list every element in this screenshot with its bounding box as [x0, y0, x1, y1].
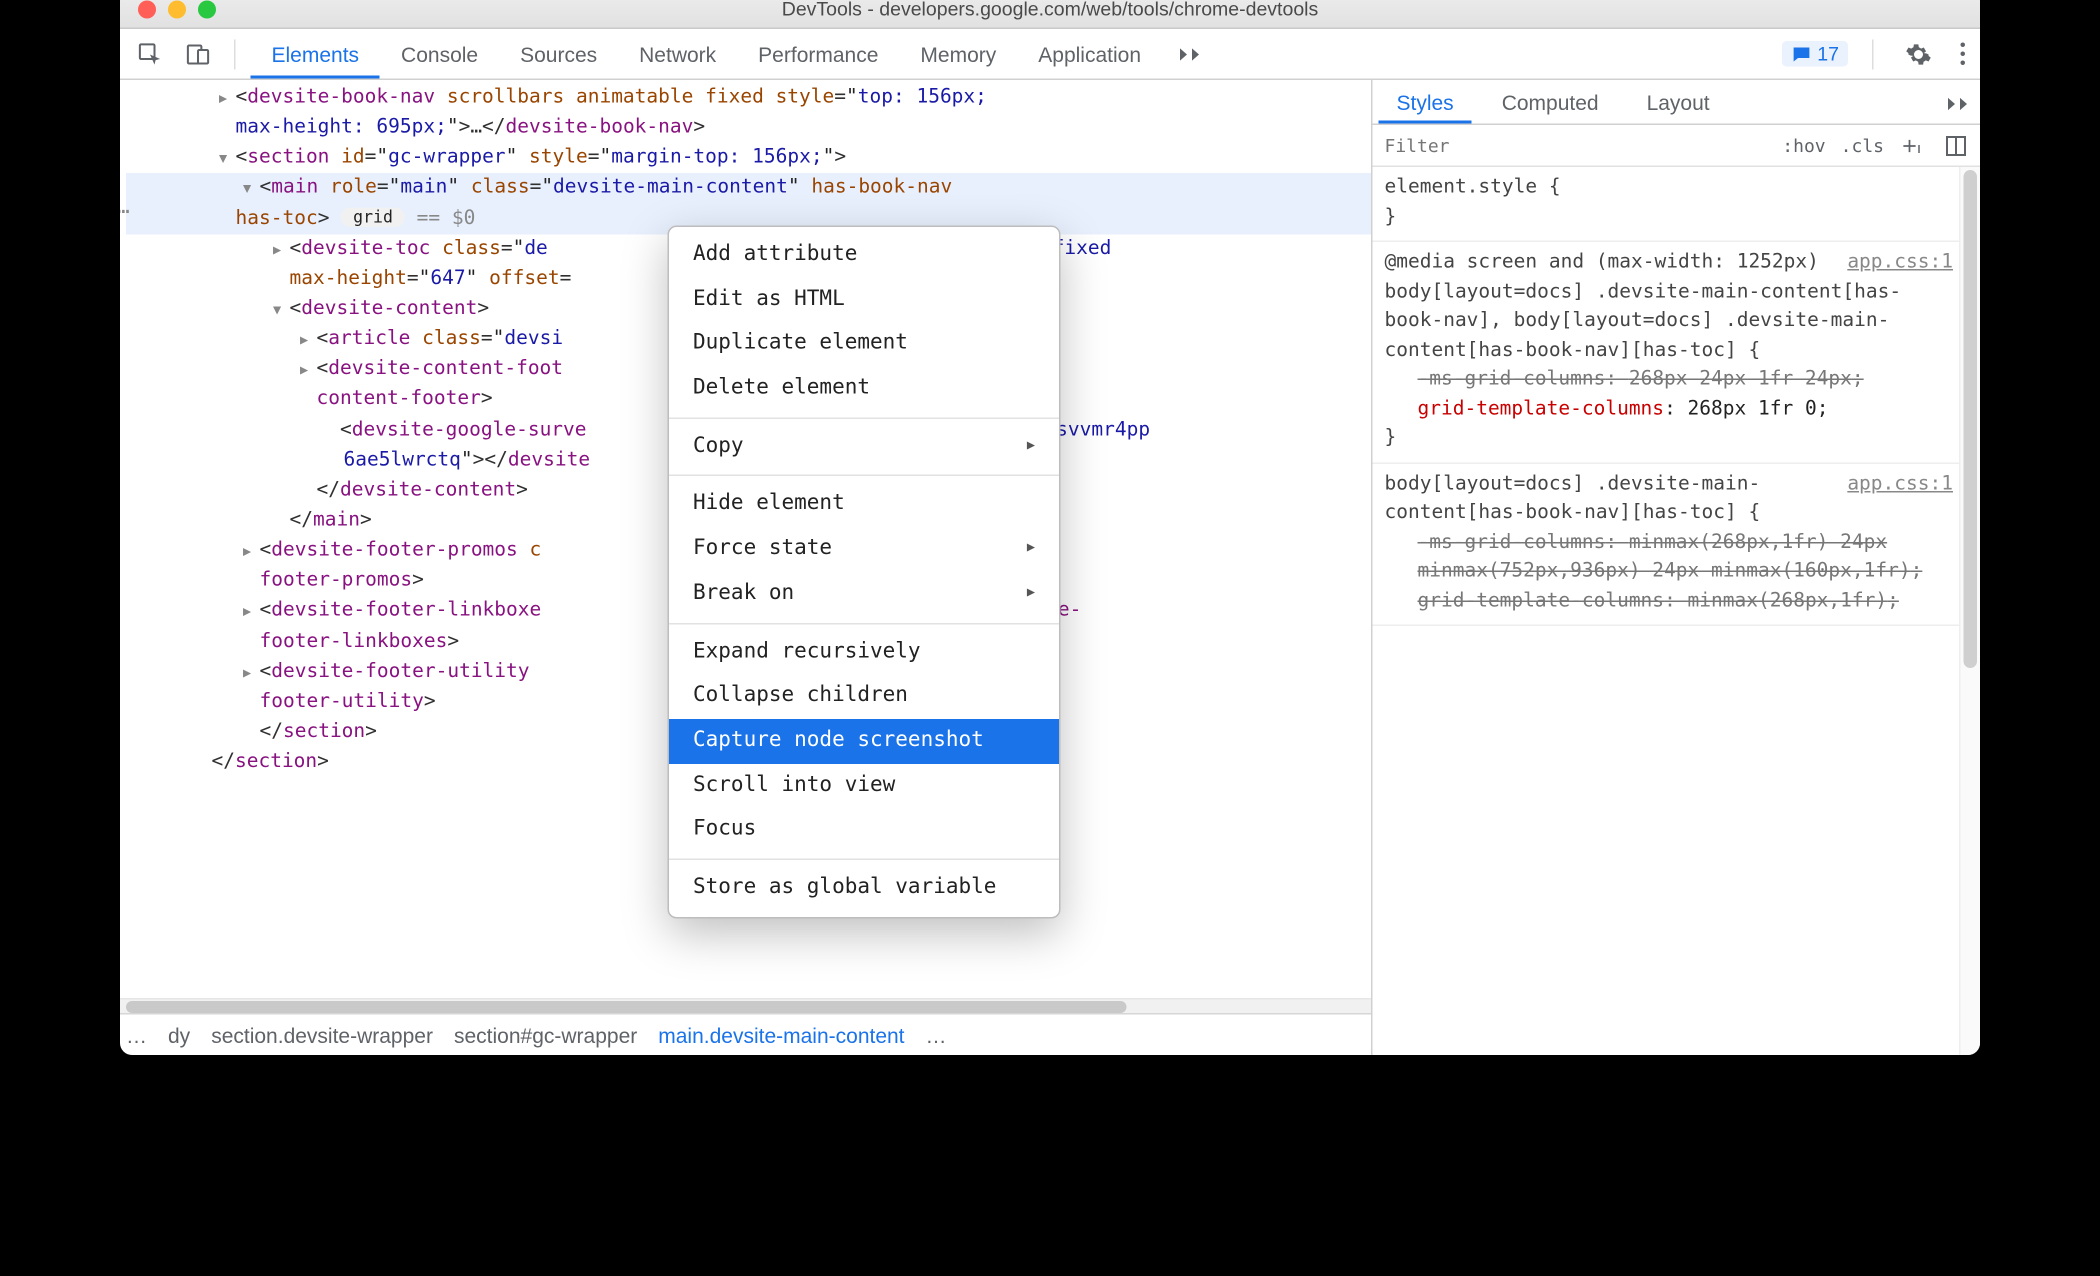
css-selector[interactable]: } — [1385, 424, 1954, 453]
source-link[interactable]: app.css:1 — [1847, 248, 1953, 277]
style-rule-block[interactable]: app.css:1body[layout=docs] .devsite-main… — [1373, 463, 1981, 626]
breadcrumb-item[interactable]: section.devsite-wrapper — [211, 1023, 433, 1047]
menu-item[interactable]: Focus — [669, 808, 1059, 853]
dom-tree[interactable]: ⋯ <devsite-book-nav scrollbars animatabl… — [120, 80, 1371, 998]
menu-item[interactable]: Scroll into view — [669, 763, 1059, 808]
tab-network[interactable]: Network — [618, 29, 737, 79]
tab-application[interactable]: Application — [1017, 29, 1162, 79]
styles-filter-input[interactable] — [1385, 135, 1768, 156]
vertical-scrollbar[interactable] — [1959, 167, 1980, 1055]
styles-tab-styles[interactable]: Styles — [1379, 80, 1472, 124]
breadcrumb-item[interactable]: section#gc-wrapper — [454, 1023, 637, 1047]
source-link[interactable]: app.css:1 — [1847, 469, 1953, 498]
style-rule-block[interactable]: app.css:1@media screen and (max-width: 1… — [1373, 242, 1981, 463]
menu-item[interactable]: Add attribute — [669, 233, 1059, 278]
menu-item[interactable]: Expand recursively — [669, 630, 1059, 675]
style-rule-block[interactable]: element.style {} — [1373, 167, 1981, 242]
elements-panel: ⋯ <devsite-book-nav scrollbars animatabl… — [120, 80, 1373, 1055]
menu-item[interactable]: Delete element — [669, 367, 1059, 412]
dom-row[interactable]: <devsite-book-nav scrollbars animatable … — [126, 83, 1371, 113]
main-split: ⋯ <devsite-book-nav scrollbars animatabl… — [120, 80, 1980, 1055]
tab-performance[interactable]: Performance — [737, 29, 899, 79]
gutter-overflow-icon: ⋯ — [120, 197, 130, 230]
context-menu: Add attributeEdit as HTMLDuplicate eleme… — [668, 226, 1061, 918]
styles-tab-layout[interactable]: Layout — [1629, 80, 1728, 124]
breadcrumb-overflow-right[interactable]: … — [926, 1023, 947, 1047]
toolbar-separator — [234, 39, 236, 69]
breadcrumb-overflow-left[interactable]: … — [126, 1023, 147, 1047]
styles-filter-bar: :hov .cls — [1373, 125, 1981, 167]
devtools-window: DevTools - developers.google.com/web/too… — [120, 0, 1980, 1055]
menu-item[interactable]: Force state — [669, 527, 1059, 572]
tab-memory[interactable]: Memory — [899, 29, 1017, 79]
computed-sidebar-toggle-icon[interactable] — [1944, 133, 1968, 157]
device-toggle-icon[interactable] — [177, 34, 219, 73]
css-property[interactable]: -ms-grid-columns: 268px 24px 1fr 24px; — [1385, 365, 1954, 394]
more-panels-icon[interactable] — [1168, 34, 1210, 73]
css-property[interactable]: -ms-grid-columns: minmax(268px,1fr) 24px… — [1385, 528, 1954, 587]
menu-item[interactable]: Store as global variable — [669, 866, 1059, 911]
style-rules[interactable]: element.style {}app.css:1@media screen a… — [1373, 167, 1981, 1055]
dom-row[interactable]: <main role="main" class="devsite-main-co… — [126, 174, 1371, 204]
dom-row[interactable]: max-height: 695px;">…</devsite-book-nav> — [126, 113, 1371, 143]
tab-console[interactable]: Console — [380, 29, 499, 79]
tab-elements[interactable]: Elements — [251, 29, 381, 79]
breadcrumb: … dy section.devsite-wrapper section#gc-wr… — [120, 1013, 1371, 1055]
dom-row[interactable]: <section id="gc-wrapper" style="margin-t… — [126, 143, 1371, 173]
menu-item[interactable]: Break on — [669, 572, 1059, 617]
breadcrumb-item[interactable]: dy — [168, 1023, 190, 1047]
menu-item[interactable]: Hide element — [669, 483, 1059, 528]
toolbar-separator — [1872, 39, 1874, 69]
window-title: DevTools - developers.google.com/web/too… — [120, 0, 1980, 20]
css-selector[interactable]: element.style { — [1385, 173, 1954, 202]
menu-item[interactable]: Collapse children — [669, 674, 1059, 719]
menu-item[interactable]: Capture node screenshot — [669, 719, 1059, 764]
inspect-element-icon[interactable] — [129, 34, 171, 73]
breadcrumb-item[interactable]: main.devsite-main-content — [658, 1023, 904, 1047]
tab-sources[interactable]: Sources — [499, 29, 618, 79]
css-selector[interactable]: body[layout=docs] .devsite-main-content[… — [1385, 277, 1954, 365]
menu-item[interactable]: Copy — [669, 425, 1059, 470]
css-selector[interactable]: } — [1385, 202, 1954, 231]
more-menu-icon[interactable] — [1955, 37, 1972, 72]
styles-tabs: Styles Computed Layout — [1373, 80, 1981, 125]
styles-panel: Styles Computed Layout :hov .cls element.s… — [1373, 80, 1981, 1055]
new-style-rule-icon[interactable] — [1899, 134, 1929, 156]
issues-count: 17 — [1817, 43, 1839, 66]
hov-toggle[interactable]: :hov — [1782, 135, 1825, 156]
cls-toggle[interactable]: .cls — [1841, 135, 1884, 156]
settings-gear-icon[interactable] — [1898, 34, 1940, 73]
issues-badge[interactable]: 17 — [1781, 41, 1848, 67]
css-property[interactable]: grid-template-columns: minmax(268px,1fr)… — [1385, 586, 1954, 615]
main-toolbar: ElementsConsoleSourcesNetworkPerformance… — [120, 29, 1980, 80]
horizontal-scrollbar[interactable] — [120, 998, 1371, 1013]
css-property[interactable]: grid-template-columns: 268px 1fr 0; — [1385, 394, 1954, 423]
menu-item[interactable]: Duplicate element — [669, 322, 1059, 367]
titlebar: DevTools - developers.google.com/web/too… — [120, 0, 1980, 29]
more-styles-tabs-icon[interactable] — [1941, 90, 1974, 114]
styles-tab-computed[interactable]: Computed — [1484, 80, 1617, 124]
menu-item[interactable]: Edit as HTML — [669, 278, 1059, 323]
panel-tabs: ElementsConsoleSourcesNetworkPerformance… — [251, 29, 1163, 79]
